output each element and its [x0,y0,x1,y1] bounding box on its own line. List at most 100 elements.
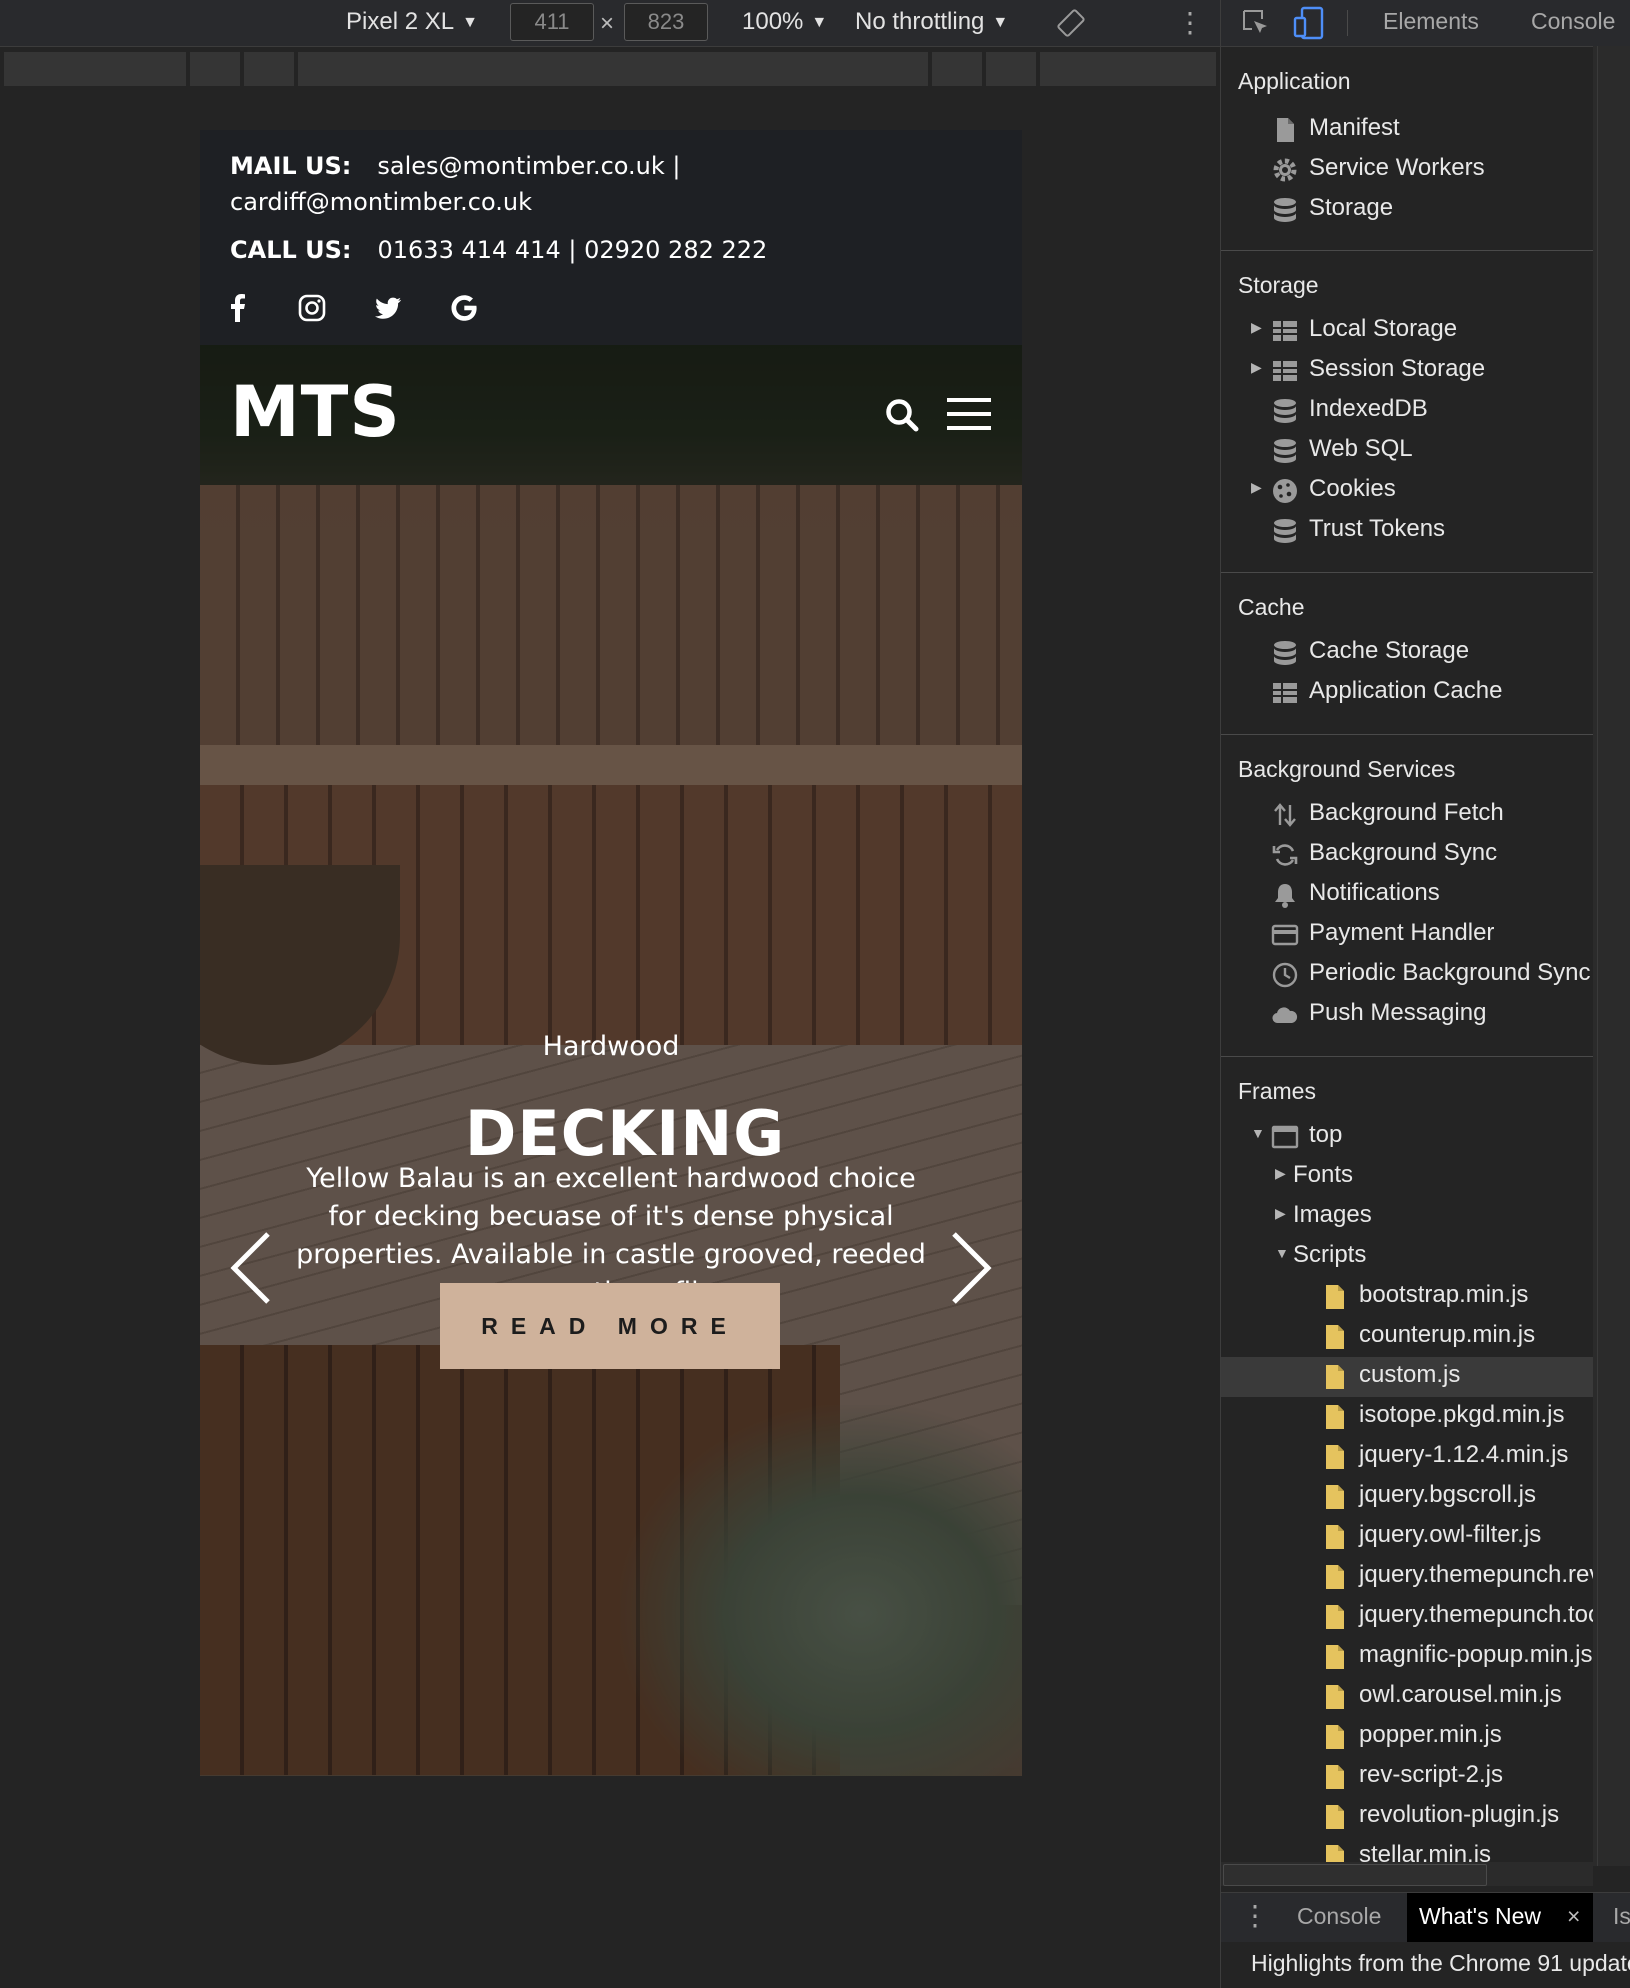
bell-icon [1275,884,1295,908]
site-header: MTS [200,345,1022,485]
expand-arrow-icon[interactable]: ▶ [1251,479,1262,496]
drawer-tab-whats-new[interactable]: What's New × [1407,1893,1593,1943]
ruler-segment[interactable] [244,52,294,86]
drawer-tab-issues[interactable]: Is [1613,1903,1630,1930]
scrollbar-thumb[interactable] [1597,46,1628,1866]
inspect-element-icon[interactable] [1241,8,1271,38]
section-background-services[interactable]: Background Services [1238,756,1455,783]
js-file-icon [1326,1725,1344,1749]
section-storage[interactable]: Storage [1238,272,1319,299]
device-toggle-icon[interactable] [1293,6,1325,40]
database-icon [1274,519,1296,543]
site-logo[interactable]: MTS [230,371,401,453]
throttling-select[interactable]: No throttling ▼ [855,8,1008,36]
section-divider [1221,734,1593,735]
file-icon [1277,118,1294,142]
mail-line: MAIL US: sales@montimber.co.uk | [230,152,681,180]
width-input[interactable]: 411 [510,3,594,41]
clock-icon [1272,962,1298,988]
table-icon [1273,683,1297,703]
google-icon[interactable] [448,292,480,324]
sidebar-vertical-scrollbar[interactable] [1593,46,1630,1866]
hero-slider: MTS Hardwood DECKING Yellow Balau is an … [200,345,1022,1776]
database-icon [1274,641,1296,665]
next-slide-arrow-icon[interactable] [950,1230,994,1306]
section-cache[interactable]: Cache [1238,594,1304,621]
mail-value-2[interactable]: cardiff@montimber.co.uk [230,188,532,216]
drawer-tabbar: ⋮ Console What's New × Is [1221,1892,1630,1943]
table-icon [1273,361,1297,381]
gear-icon [1273,158,1297,182]
ruler-segment[interactable] [932,52,982,86]
tab-console[interactable]: Console [1531,8,1615,35]
collapse-arrow-icon[interactable]: ▼ [1275,1245,1289,1261]
collapse-arrow-icon[interactable]: ▼ [1251,1125,1265,1141]
ruler-segment[interactable] [298,52,928,86]
call-value[interactable]: 01633 414 414 | 02920 282 222 [378,236,768,264]
call-line: CALL US: 01633 414 414 | 02920 282 222 [230,236,767,264]
js-file-icon [1326,1485,1344,1509]
up-down-arrows-icon [1274,803,1296,827]
expand-arrow-icon[interactable]: ▶ [1251,359,1262,376]
devtools-toolbar: Elements Console [1221,0,1630,47]
dimension-separator: × [600,10,615,37]
facebook-icon[interactable] [222,292,254,324]
mail-value-1[interactable]: sales@montimber.co.uk | [377,152,680,180]
js-file-icon [1326,1765,1344,1789]
whats-new-headline: Highlights from the Chrome 91 update [1251,1950,1630,1976]
devtools-panel: Elements Console Application Manifest Se… [1220,0,1630,1988]
device-select[interactable]: Pixel 2 XL ▼ [346,8,478,36]
js-file-icon [1326,1525,1344,1549]
instagram-icon[interactable] [296,292,328,324]
sidebar-horizontal-scrollbar[interactable] [1221,1862,1593,1886]
js-file-icon [1326,1285,1344,1309]
cookie-icon [1273,479,1297,503]
sync-icon [1272,844,1298,866]
prev-slide-arrow-icon[interactable] [228,1230,272,1306]
media-query-ruler [4,52,1216,86]
read-more-button[interactable]: READ MORE [440,1283,780,1369]
contact-topbar: MAIL US: sales@montimber.co.uk | cardiff@… [200,130,1022,345]
ruler-segment[interactable] [986,52,1036,86]
device-emulation-area: Pixel 2 XL ▼ 411 × 823 100% ▼ No throttlin… [0,0,1220,1988]
rotate-icon[interactable] [1056,8,1086,38]
device-toolbar: Pixel 2 XL ▼ 411 × 823 100% ▼ No throttlin… [0,0,1220,47]
section-divider [1221,250,1593,251]
database-icon [1274,439,1296,463]
height-input[interactable]: 823 [624,3,708,41]
credit-card-icon [1271,924,1299,946]
js-file-icon [1326,1445,1344,1469]
chevron-down-icon: ▼ [992,14,1009,31]
toolbar-divider [1347,10,1348,36]
hamburger-menu-icon[interactable] [947,397,991,431]
call-label: CALL US: [230,236,352,264]
section-application[interactable]: Application [1238,68,1351,95]
drawer-tab-console[interactable]: Console [1297,1903,1381,1930]
drawer-menu-icon[interactable]: ⋮ [1241,1899,1269,1932]
zoom-select[interactable]: 100% ▼ [742,8,827,36]
mobile-viewport: MAIL US: sales@montimber.co.uk | cardiff@… [200,130,1022,1776]
close-icon[interactable]: × [1567,1903,1580,1930]
more-options-icon[interactable]: ⋮ [1176,6,1204,39]
chevron-down-icon: ▼ [811,14,828,31]
application-sidebar: Application Manifest Service Workers Sto… [1221,46,1593,1866]
window-icon [1271,1125,1299,1149]
expand-arrow-icon[interactable]: ▶ [1275,1165,1286,1182]
js-file-icon [1326,1565,1344,1589]
ruler-segment[interactable] [4,52,186,86]
section-divider [1221,572,1593,573]
twitter-icon[interactable] [372,292,404,324]
ruler-segment[interactable] [1040,52,1216,86]
expand-arrow-icon[interactable]: ▶ [1251,319,1262,336]
js-file-icon [1326,1805,1344,1829]
section-frames[interactable]: Frames [1238,1078,1316,1105]
zoom-value: 100% [742,8,804,35]
search-icon[interactable] [884,397,920,433]
drawer-content: Highlights from the Chrome 91 update [1221,1942,1630,1988]
tab-elements[interactable]: Elements [1383,8,1479,35]
ruler-segment[interactable] [190,52,240,86]
expand-arrow-icon[interactable]: ▶ [1275,1205,1286,1222]
scrollbar-thumb[interactable] [1223,1864,1487,1886]
throttling-value: No throttling [855,8,985,35]
database-icon [1274,198,1296,222]
